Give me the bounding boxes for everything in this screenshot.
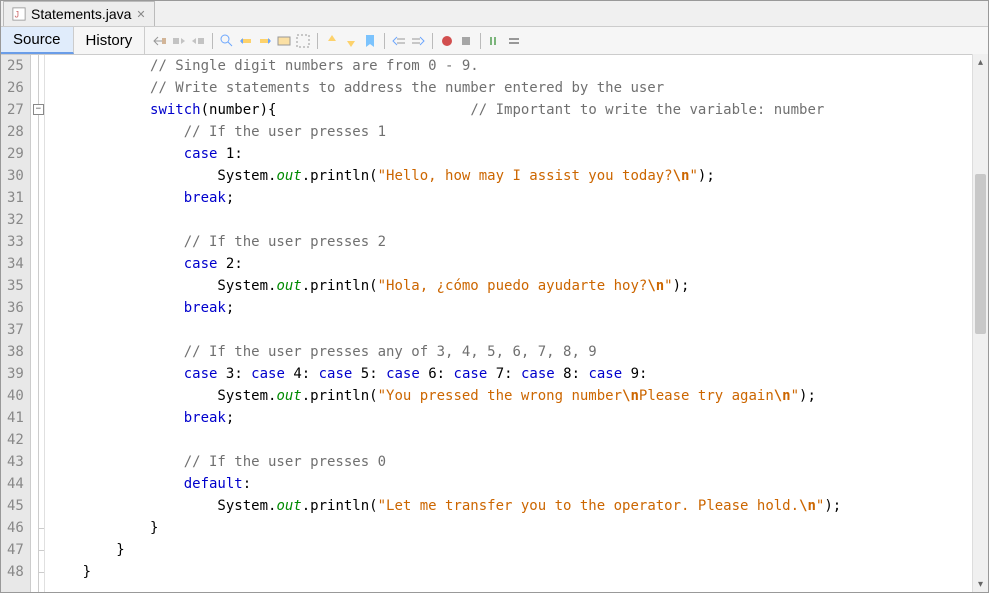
find-previous-icon[interactable] (238, 33, 254, 49)
code-line[interactable]: // If the user presses any of 3, 4, 5, 6… (49, 341, 841, 363)
line-number: 41 (7, 407, 24, 429)
last-edit-icon[interactable] (152, 33, 168, 49)
line-number: 39 (7, 363, 24, 385)
code-line[interactable]: } (49, 517, 841, 539)
scroll-up-icon[interactable]: ▴ (973, 54, 988, 70)
code-editor[interactable]: 2526272829303132333435363738394041424344… (1, 55, 988, 592)
code-line[interactable]: break; (49, 407, 841, 429)
fold-gutter[interactable]: − (31, 55, 45, 592)
code-area[interactable]: // Single digit numbers are from 0 - 9. … (45, 55, 841, 592)
comment-icon[interactable] (487, 33, 503, 49)
back-icon[interactable] (171, 33, 187, 49)
line-number: 37 (7, 319, 24, 341)
tab-source[interactable]: Source (1, 27, 74, 54)
code-line[interactable]: case 3: case 4: case 5: case 6: case 7: … (49, 363, 841, 385)
code-line[interactable]: System.out.println("Hello, how may I ass… (49, 165, 841, 187)
line-number: 31 (7, 187, 24, 209)
code-line[interactable]: } (49, 561, 841, 583)
code-line[interactable]: case 1: (49, 143, 841, 165)
code-line[interactable]: case 2: (49, 253, 841, 275)
code-line[interactable] (49, 209, 841, 231)
line-number: 26 (7, 77, 24, 99)
code-line[interactable]: // If the user presses 2 (49, 231, 841, 253)
line-number: 42 (7, 429, 24, 451)
view-tab-row: Source History (1, 27, 988, 55)
line-number: 48 (7, 561, 24, 583)
line-number: 25 (7, 55, 24, 77)
code-line[interactable]: // Write statements to address the numbe… (49, 77, 841, 99)
line-number: 38 (7, 341, 24, 363)
line-number-gutter: 2526272829303132333435363738394041424344… (1, 55, 31, 592)
file-tab-label: Statements.java (31, 6, 131, 22)
line-number: 29 (7, 143, 24, 165)
line-number: 46 (7, 517, 24, 539)
find-next-icon[interactable] (257, 33, 273, 49)
scroll-down-icon[interactable]: ▾ (973, 576, 988, 592)
toggle-bookmark-icon[interactable] (362, 33, 378, 49)
shift-right-icon[interactable] (410, 33, 426, 49)
code-line[interactable]: switch(number){ // Important to write th… (49, 99, 841, 121)
stop-macro-icon[interactable] (458, 33, 474, 49)
line-number: 35 (7, 275, 24, 297)
toolbar-separator (212, 33, 213, 49)
line-number: 28 (7, 121, 24, 143)
code-line[interactable]: } (49, 539, 841, 561)
vertical-scrollbar[interactable]: ▴ ▾ (972, 54, 988, 592)
uncomment-icon[interactable] (506, 33, 522, 49)
editor-toolbar (145, 27, 529, 54)
code-line[interactable]: // If the user presses 0 (49, 451, 841, 473)
toggle-highlight-icon[interactable] (276, 33, 292, 49)
toolbar-separator (480, 33, 481, 49)
close-icon[interactable]: ✕ (136, 8, 145, 21)
start-macro-icon[interactable] (439, 33, 455, 49)
find-selection-icon[interactable] (219, 33, 235, 49)
line-number: 47 (7, 539, 24, 561)
line-number: 36 (7, 297, 24, 319)
code-line[interactable]: default: (49, 473, 841, 495)
code-line[interactable] (49, 319, 841, 341)
svg-text:J: J (15, 10, 19, 20)
next-bookmark-icon[interactable] (343, 33, 359, 49)
code-line[interactable]: break; (49, 297, 841, 319)
file-tab[interactable]: J Statements.java ✕ (3, 1, 155, 26)
scrollbar-thumb[interactable] (975, 174, 986, 334)
line-number: 44 (7, 473, 24, 495)
toolbar-separator (384, 33, 385, 49)
toggle-rect-select-icon[interactable] (295, 33, 311, 49)
toolbar-separator (432, 33, 433, 49)
forward-icon[interactable] (190, 33, 206, 49)
fold-toggle-icon[interactable]: − (33, 104, 44, 115)
code-line[interactable]: System.out.println("You pressed the wron… (49, 385, 841, 407)
tab-history[interactable]: History (74, 27, 146, 54)
code-line[interactable]: // If the user presses 1 (49, 121, 841, 143)
line-number: 40 (7, 385, 24, 407)
line-number: 43 (7, 451, 24, 473)
code-line[interactable]: System.out.println("Hola, ¿cómo puedo ay… (49, 275, 841, 297)
code-line[interactable] (49, 429, 841, 451)
code-line[interactable]: break; (49, 187, 841, 209)
code-line[interactable]: // Single digit numbers are from 0 - 9. (49, 55, 841, 77)
file-tab-bar: J Statements.java ✕ (1, 1, 988, 27)
line-number: 34 (7, 253, 24, 275)
java-file-icon: J (12, 7, 26, 21)
shift-left-icon[interactable] (391, 33, 407, 49)
line-number: 33 (7, 231, 24, 253)
line-number: 30 (7, 165, 24, 187)
toolbar-separator (317, 33, 318, 49)
code-line[interactable]: System.out.println("Let me transfer you … (49, 495, 841, 517)
line-number: 45 (7, 495, 24, 517)
previous-bookmark-icon[interactable] (324, 33, 340, 49)
line-number: 27 (7, 99, 24, 121)
line-number: 32 (7, 209, 24, 231)
